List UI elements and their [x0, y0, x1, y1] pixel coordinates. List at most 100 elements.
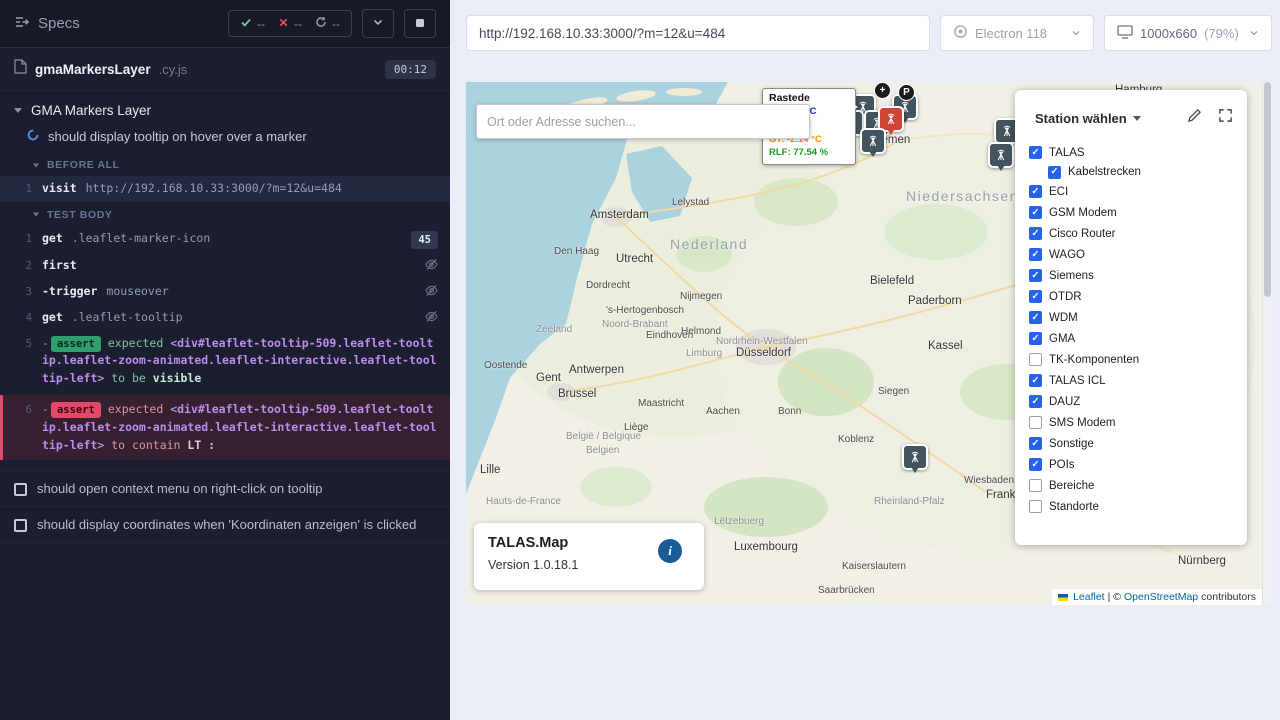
- station-checkbox-item[interactable]: TK-Komponenten: [1029, 349, 1233, 370]
- pending-test-row[interactable]: should display coordinates when 'Koordin…: [0, 507, 450, 543]
- spec-file-row[interactable]: gmaMarkersLayer .cy.js 00:12: [0, 48, 450, 91]
- station-checkbox-item[interactable]: ✓TALAS: [1029, 142, 1233, 163]
- scrollbar-thumb[interactable]: [1264, 82, 1271, 297]
- map-search-control[interactable]: [476, 104, 810, 139]
- station-checkbox-item[interactable]: ✓POIs: [1029, 454, 1233, 475]
- checkbox-checked[interactable]: ✓: [1029, 146, 1042, 159]
- search-input[interactable]: [477, 115, 809, 129]
- command-method: get: [42, 231, 63, 245]
- checkbox-checked[interactable]: ✓: [1029, 332, 1042, 345]
- specs-list-icon: [14, 14, 30, 34]
- expand-icon[interactable]: [1218, 108, 1233, 128]
- chevron-down-icon: [1071, 26, 1081, 41]
- command-row[interactable]: 4get.leaflet-tooltip: [0, 305, 450, 331]
- checkbox-checked[interactable]: ✓: [1029, 248, 1042, 261]
- checkbox-checked[interactable]: ✓: [1029, 227, 1042, 240]
- map-label: Belgien: [586, 445, 619, 456]
- url-bar[interactable]: http://192.168.10.33:3000/?m=12&u=484: [466, 15, 930, 51]
- test-stats[interactable]: -- -- --: [228, 10, 352, 37]
- edit-pencil-icon[interactable]: [1187, 108, 1202, 128]
- checkbox-checked[interactable]: ✓: [1029, 206, 1042, 219]
- station-checkbox-item[interactable]: ✓ Cisco Router: [1029, 223, 1233, 244]
- station-checkbox-item[interactable]: ✓ OTDR: [1029, 286, 1233, 307]
- station-checkbox-item[interactable]: SMS Modem: [1029, 412, 1233, 433]
- checkbox-checked[interactable]: ✓: [1029, 395, 1042, 408]
- pending-test-row[interactable]: should open context menu on right-click …: [0, 471, 450, 507]
- station-checkbox-item[interactable]: Standorte: [1029, 496, 1233, 517]
- active-test-row[interactable]: should display tooltip on hover over a m…: [0, 124, 450, 152]
- station-marker[interactable]: [988, 142, 1014, 168]
- station-checkbox-item[interactable]: ✓ WDM: [1029, 307, 1233, 328]
- map-label: Zeeland: [536, 324, 572, 335]
- command-row[interactable]: 3-triggermouseover: [0, 279, 450, 305]
- station-marker[interactable]: [902, 444, 928, 470]
- pending-test-title: should open context menu on right-click …: [37, 481, 322, 496]
- checkbox-unchecked[interactable]: [1029, 416, 1042, 429]
- info-icon[interactable]: i: [658, 539, 682, 563]
- test-body-commands: 1get.leaflet-marker-icon452first3-trigge…: [0, 226, 450, 461]
- osm-link[interactable]: OpenStreetMap: [1124, 591, 1198, 603]
- cluster-badge[interactable]: +: [874, 82, 891, 99]
- viewport-select[interactable]: 1000x660 (79%): [1104, 15, 1272, 51]
- command-dash: -: [42, 402, 49, 416]
- checkbox-checked[interactable]: ✓: [1029, 458, 1042, 471]
- checkbox-unchecked[interactable]: [1029, 353, 1042, 366]
- ukraine-flag-icon: [1058, 594, 1068, 601]
- checkbox-checked[interactable]: ✓: [1029, 269, 1042, 282]
- command-row[interactable]: 5-assertexpected <div#leaflet-tooltip-50…: [0, 331, 450, 392]
- station-checkbox-item[interactable]: ✓WAGO: [1029, 244, 1233, 265]
- collapse-all-button[interactable]: [362, 9, 394, 38]
- station-checkbox-item[interactable]: ✓ GSM Modem: [1029, 202, 1233, 223]
- station-label: WDM: [1049, 312, 1078, 324]
- map-label: Paderborn: [908, 295, 962, 307]
- station-checkbox-item[interactable]: ✓Kabelstrecken: [1048, 163, 1233, 181]
- checkbox-unchecked[interactable]: [1029, 479, 1042, 492]
- command-count-badge: 45: [411, 231, 438, 249]
- station-checkbox-item[interactable]: Bereiche: [1029, 475, 1233, 496]
- specs-button[interactable]: Specs: [14, 14, 80, 34]
- caret-down-icon: [33, 163, 39, 167]
- stop-button[interactable]: [404, 9, 436, 38]
- command-row[interactable]: 1visithttp://192.168.10.33:3000/?m=12&u=…: [0, 176, 450, 202]
- command-args: mouseover: [106, 284, 168, 298]
- station-label: ECI: [1049, 186, 1068, 198]
- assert-expected: expected: [108, 336, 170, 350]
- command-row[interactable]: 2first: [0, 253, 450, 279]
- station-label: OTDR: [1049, 291, 1082, 303]
- leaflet-map[interactable]: HamburgBremenLeeuwardenFryslânGroningenN…: [466, 82, 1262, 605]
- cluster-badge[interactable]: P: [898, 84, 915, 101]
- command-row[interactable]: 1get.leaflet-marker-icon45: [0, 226, 450, 253]
- map-label: Rheinland-Pfalz: [874, 496, 945, 507]
- station-label: GSM Modem: [1049, 207, 1117, 219]
- test-body-section[interactable]: TEST BODY: [0, 202, 450, 226]
- station-checkbox-item[interactable]: ✓DAUZ: [1029, 391, 1233, 412]
- map-label: Aachen: [706, 406, 740, 417]
- aut-header: http://192.168.10.33:3000/?m=12&u=484 El…: [466, 15, 1272, 51]
- suite-row[interactable]: GMA Markers Layer: [0, 91, 450, 124]
- browser-select[interactable]: Electron 118: [940, 15, 1094, 51]
- checkbox-checked[interactable]: ✓: [1029, 437, 1042, 450]
- leaflet-link[interactable]: Leaflet: [1073, 591, 1105, 603]
- checkbox-checked[interactable]: ✓: [1048, 166, 1061, 179]
- checkbox-checked[interactable]: ✓: [1029, 374, 1042, 387]
- station-select-label[interactable]: Station wählen: [1035, 111, 1127, 126]
- station-checkbox-item[interactable]: ✓ ECI: [1029, 181, 1233, 202]
- station-checkbox-item[interactable]: ✓TALAS ICL: [1029, 370, 1233, 391]
- map-label: Lëtzebuerg: [714, 516, 764, 527]
- aut-scrollbar[interactable]: [1262, 82, 1272, 605]
- station-checkbox-item[interactable]: ✓ Sonstige: [1029, 433, 1233, 454]
- checkbox-checked[interactable]: ✓: [1029, 311, 1042, 324]
- station-checkbox-item[interactable]: ✓Siemens: [1029, 265, 1233, 286]
- command-row[interactable]: 6-assertexpected <div#leaflet-tooltip-50…: [0, 395, 450, 460]
- map-label: Oostende: [484, 360, 527, 371]
- station-label: Sonstige: [1049, 438, 1094, 450]
- chevron-down-icon[interactable]: [1133, 116, 1141, 121]
- checkbox-unchecked[interactable]: [1029, 500, 1042, 513]
- station-checkbox-item[interactable]: ✓GMA: [1029, 328, 1233, 349]
- checkbox-checked[interactable]: ✓: [1029, 185, 1042, 198]
- station-label: Cisco Router: [1049, 228, 1115, 240]
- checkbox-checked[interactable]: ✓: [1029, 290, 1042, 303]
- station-marker[interactable]: [860, 128, 886, 154]
- before-all-section[interactable]: BEFORE ALL: [0, 152, 450, 176]
- station-label: Bereiche: [1049, 480, 1094, 492]
